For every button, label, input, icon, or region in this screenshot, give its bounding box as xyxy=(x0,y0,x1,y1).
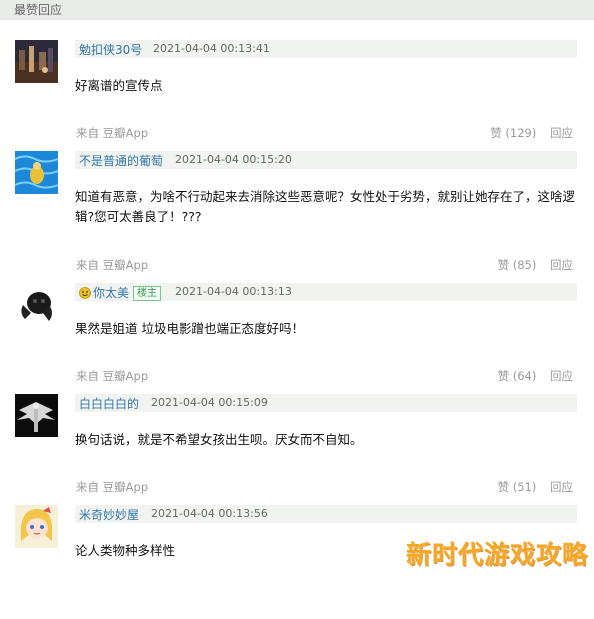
vote-button[interactable]: 赞 (64) xyxy=(498,369,537,383)
author-link[interactable]: 不是普通的葡萄 xyxy=(79,152,163,169)
comment-meta: 来自 豆瓣App 赞 (64) 回应 xyxy=(75,368,577,386)
comment-text: 换句话说，就是不希望女孩出生呗。厌女而不自知。 xyxy=(75,432,363,447)
section-title: 最赞回应 xyxy=(14,3,63,17)
author-link[interactable]: 勉扣侠30号 xyxy=(79,41,142,58)
comment-text: 果然是姐道 垃圾电影蹭也端正态度好吗！ xyxy=(75,321,304,336)
source-label: 来自 豆瓣App xyxy=(76,126,149,140)
source-label: 来自 豆瓣App xyxy=(76,480,149,494)
avatar-black-figure-icon xyxy=(15,283,58,326)
source-label: 来自 豆瓣App xyxy=(76,369,149,383)
comment-time: 2021-04-04 00:15:09 xyxy=(151,396,268,409)
section-header: 最赞回应 xyxy=(0,0,594,20)
avatar-anime-girl-icon xyxy=(15,505,58,548)
vote-button[interactable]: 赞 (129) xyxy=(490,126,536,140)
comment-time: 2021-04-04 00:13:56 xyxy=(151,507,268,520)
avatar[interactable] xyxy=(15,151,58,194)
comment-meta: 来自 豆瓣App 赞 (85) 回应 xyxy=(75,257,577,275)
author-link[interactable]: 白白白白的 xyxy=(79,395,139,412)
avatar[interactable] xyxy=(15,283,58,326)
avatar-winged-figure-icon xyxy=(15,394,58,437)
comment-text: 知道有恶意，为啥不行动起来去消除这些恶意呢？女性处于劣势，就别让她存在了，这啥逻… xyxy=(75,189,576,224)
comment-meta: 来自 豆瓣App 赞 (51) 回应 xyxy=(75,479,577,497)
reply-button[interactable]: 回应 xyxy=(550,480,573,494)
comment-time: 2021-04-04 00:13:13 xyxy=(175,285,292,298)
avatar[interactable] xyxy=(15,40,58,83)
comment-header: 不是普通的葡萄 2021-04-04 00:15:20 xyxy=(75,151,577,169)
avatar[interactable] xyxy=(15,394,58,437)
owner-badge: 楼主 xyxy=(133,286,162,301)
comment-time: 2021-04-04 00:13:41 xyxy=(153,42,270,55)
avatar[interactable] xyxy=(15,505,58,548)
vote-button[interactable]: 赞 (85) xyxy=(498,258,537,272)
source-label: 来自 豆瓣App xyxy=(76,258,149,272)
watermark-text: 新时代游戏攻略 xyxy=(405,540,588,569)
comment-item: 来自 豆瓣App 赞 (129) 回应 不是普通的葡萄 2021-04-04 0… xyxy=(0,126,594,265)
comment-header: 白白白白的 2021-04-04 00:15:09 xyxy=(75,394,577,412)
author-link[interactable]: 你太美 楼主 xyxy=(79,284,162,301)
comment-header: 勉扣侠30号 2021-04-04 00:13:41 xyxy=(75,40,577,58)
author-link[interactable]: 米奇妙妙屋 xyxy=(79,506,139,523)
user-smile-icon xyxy=(79,287,91,299)
avatar-dark-city-icon xyxy=(15,40,58,83)
comment-header: 你太美 楼主 2021-04-04 00:13:13 xyxy=(75,283,577,301)
avatar-pool-icon xyxy=(15,151,58,194)
comment-meta: 来自 豆瓣App 赞 (129) 回应 xyxy=(75,125,577,143)
vote-button[interactable]: 赞 (51) xyxy=(498,480,537,494)
reply-button[interactable]: 回应 xyxy=(550,126,573,140)
comment-time: 2021-04-04 00:15:20 xyxy=(175,153,292,166)
reply-button[interactable]: 回应 xyxy=(550,258,573,272)
comment-text: 好离谱的宣传点 xyxy=(75,78,163,93)
comment-header: 米奇妙妙屋 2021-04-04 00:13:56 xyxy=(75,505,577,523)
author-name: 你太美 xyxy=(93,286,130,300)
reply-button[interactable]: 回应 xyxy=(550,369,573,383)
